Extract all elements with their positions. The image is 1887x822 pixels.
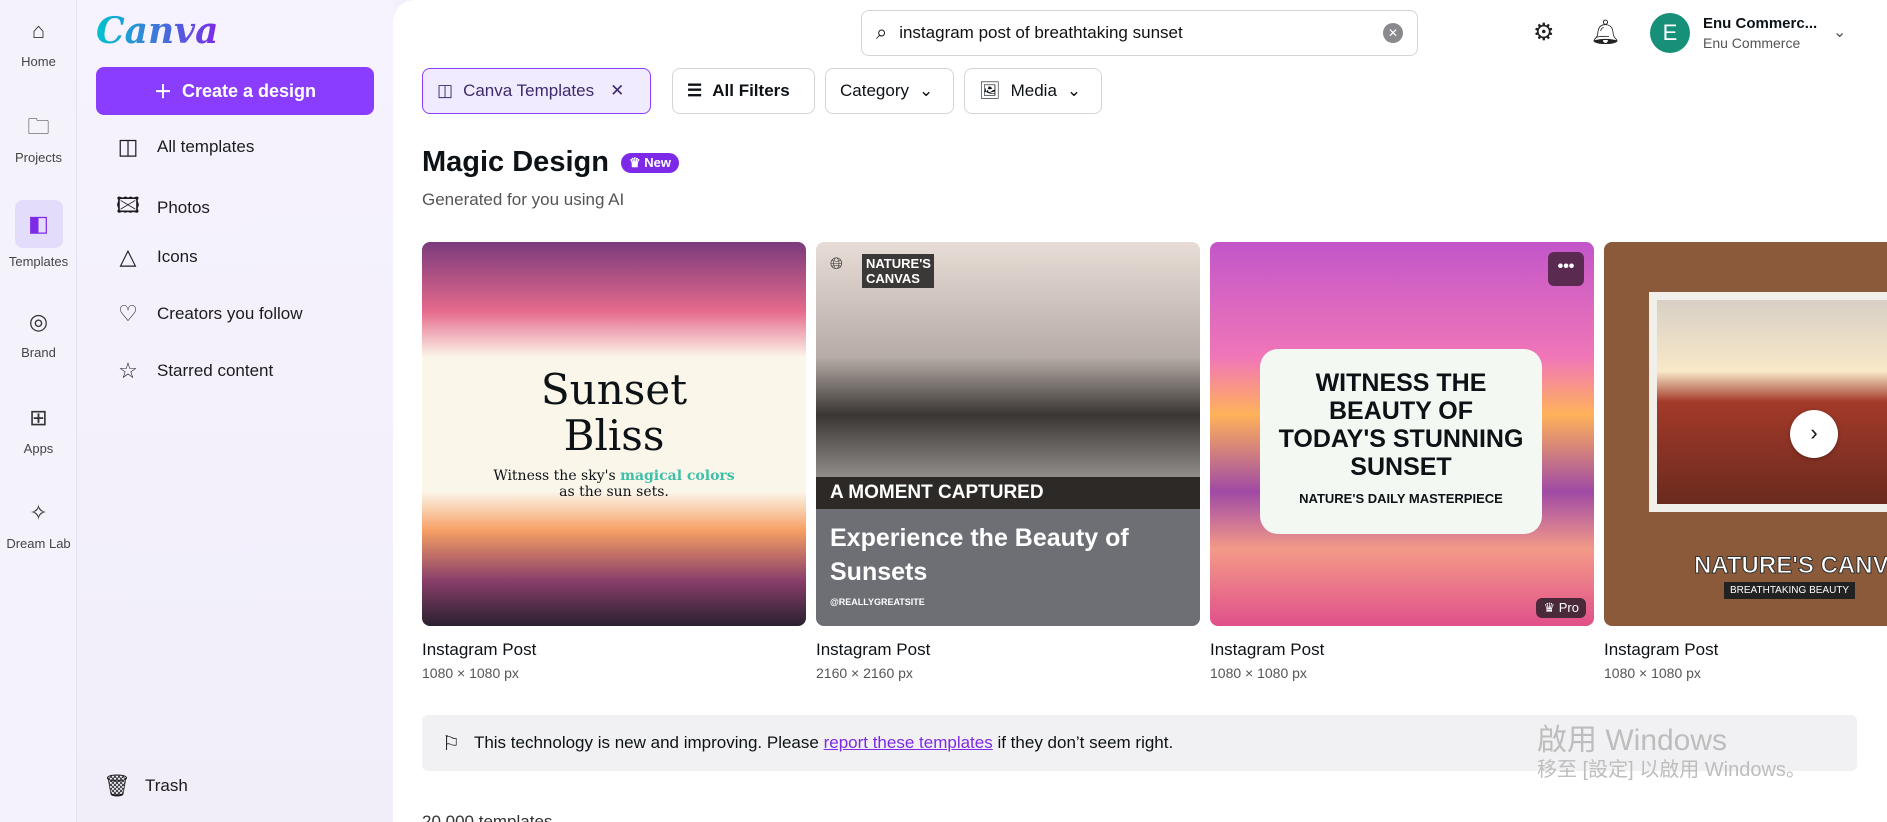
heart-icon: ♡ xyxy=(118,301,138,326)
rail-templates[interactable]: ◧ Templates xyxy=(0,200,77,269)
folder-icon: 🗀 xyxy=(27,114,50,139)
nav-trash[interactable]: 🗑 Trash xyxy=(103,773,188,799)
search-input[interactable] xyxy=(899,23,1371,43)
template-card[interactable]: ••• WITNESS THE BEAUTY OF TODAY'S STUNNI… xyxy=(1210,242,1594,626)
home-icon: ⌂ xyxy=(31,18,46,43)
left-rail: ⌂ Home 🗀 Projects ◧ Templates ◎ Brand ⊞ Apps … xyxy=(0,0,77,822)
chevron-down-icon[interactable]: ⌄ xyxy=(1833,22,1846,42)
card-size: 1080 × 1080 px xyxy=(422,665,519,681)
card-label: Instagram Post xyxy=(1604,640,1719,659)
search-icon: ⌕ xyxy=(876,21,888,44)
main-content: ⌕ ✕ ⚙ 🔔︎ E Enu Commerc...Enu Commerce ⌄ … xyxy=(393,0,1887,822)
rail-home[interactable]: ⌂ Home xyxy=(0,14,77,69)
templates-panel: Canva ＋ Create a design ◫ All templates 🖾 P… xyxy=(77,0,393,822)
trash-icon: 🗑 xyxy=(103,773,131,798)
settings-icon[interactable]: ⚙ xyxy=(1533,18,1555,47)
nav-icons[interactable]: △ Icons xyxy=(115,244,198,270)
account-switcher[interactable]: Enu Commerc... Enu Commerce xyxy=(1703,15,1817,51)
shapes-icon: △ xyxy=(119,244,137,269)
rail-projects[interactable]: 🗀 Projects xyxy=(0,110,77,165)
next-arrow-button[interactable]: › xyxy=(1790,410,1838,458)
media-dropdown[interactable]: 🖼︎ Media ⌄ xyxy=(964,68,1102,114)
pro-badge: ♛ Pro xyxy=(1536,598,1586,618)
photo-icon: 🖾 xyxy=(116,193,140,218)
card-label: Instagram Post xyxy=(422,640,537,659)
apps-icon: ⊞ xyxy=(29,405,48,430)
rail-brand[interactable]: ◎ Brand xyxy=(0,305,77,360)
templates-icon: ◧ xyxy=(14,200,63,248)
template-count: 20,000 templates xyxy=(422,812,553,822)
brand-icon: ◎ xyxy=(28,309,49,334)
nav-all-templates[interactable]: ◫ All templates xyxy=(115,134,255,160)
clear-search-icon[interactable]: ✕ xyxy=(1383,23,1403,43)
more-options-icon[interactable]: ••• xyxy=(1548,252,1584,286)
report-templates-link[interactable]: report these templates xyxy=(824,733,993,752)
bell-icon[interactable]: 🔔︎ xyxy=(1590,18,1620,47)
category-dropdown[interactable]: Category ⌄ xyxy=(825,68,954,114)
new-badge: ♛ New xyxy=(620,152,679,173)
globe-icon: 🌐︎ xyxy=(830,256,843,273)
star-icon: ☆ xyxy=(118,358,138,383)
nav-creators[interactable]: ♡ Creators you follow xyxy=(115,301,302,327)
card-size: 1080 × 1080 px xyxy=(1210,665,1307,681)
rail-dream-lab[interactable]: ✧ Dream Lab xyxy=(0,496,77,551)
section-title: Magic Design ♛ New xyxy=(422,146,679,179)
all-filters-button[interactable]: ☰ All Filters xyxy=(672,68,815,114)
nav-starred[interactable]: ☆ Starred content xyxy=(115,358,273,384)
card-size: 2160 × 2160 px xyxy=(816,665,913,681)
nav-photos[interactable]: 🖾 Photos xyxy=(115,189,210,227)
media-icon: 🖼︎ xyxy=(979,81,1001,100)
canva-templates-chip[interactable]: ◫ Canva Templates ✕ xyxy=(422,68,651,114)
rail-apps[interactable]: ⊞ Apps xyxy=(0,401,77,456)
chevron-down-icon: ⌄ xyxy=(1066,81,1082,100)
canva-logo[interactable]: Canva xyxy=(96,10,218,52)
templates-icon: ◫ xyxy=(437,81,454,100)
card-size: 1080 × 1080 px xyxy=(1604,665,1701,681)
template-card[interactable]: Sunset Bliss Witness the sky's magical c… xyxy=(422,242,806,626)
template-card[interactable]: 🌐︎ NATURE'S CANVAS A MOMENT CAPTURED Exp… xyxy=(816,242,1200,626)
search-bar: ⌕ ✕ xyxy=(861,10,1418,56)
chevron-down-icon: ⌄ xyxy=(918,81,934,100)
create-design-button[interactable]: ＋ Create a design xyxy=(96,67,374,115)
windows-watermark-sub: 移至 [設定] 以啟用 Windows。 xyxy=(1537,759,1806,781)
card-label: Instagram Post xyxy=(1210,640,1325,659)
section-subtitle: Generated for you using AI xyxy=(422,190,625,209)
template-card[interactable]: NATURE'S CANVAS BREATHTAKING BEAUTY › xyxy=(1604,242,1887,626)
sliders-icon: ☰ xyxy=(687,81,703,100)
close-icon[interactable]: ✕ xyxy=(610,81,624,101)
dream-lab-icon: ✧ xyxy=(29,500,48,525)
card-label: Instagram Post xyxy=(816,640,931,659)
plus-icon: ＋ xyxy=(153,82,172,102)
templates-icon: ◫ xyxy=(117,134,139,159)
flag-icon: ⚐ xyxy=(442,732,460,755)
avatar[interactable]: E xyxy=(1650,13,1690,53)
